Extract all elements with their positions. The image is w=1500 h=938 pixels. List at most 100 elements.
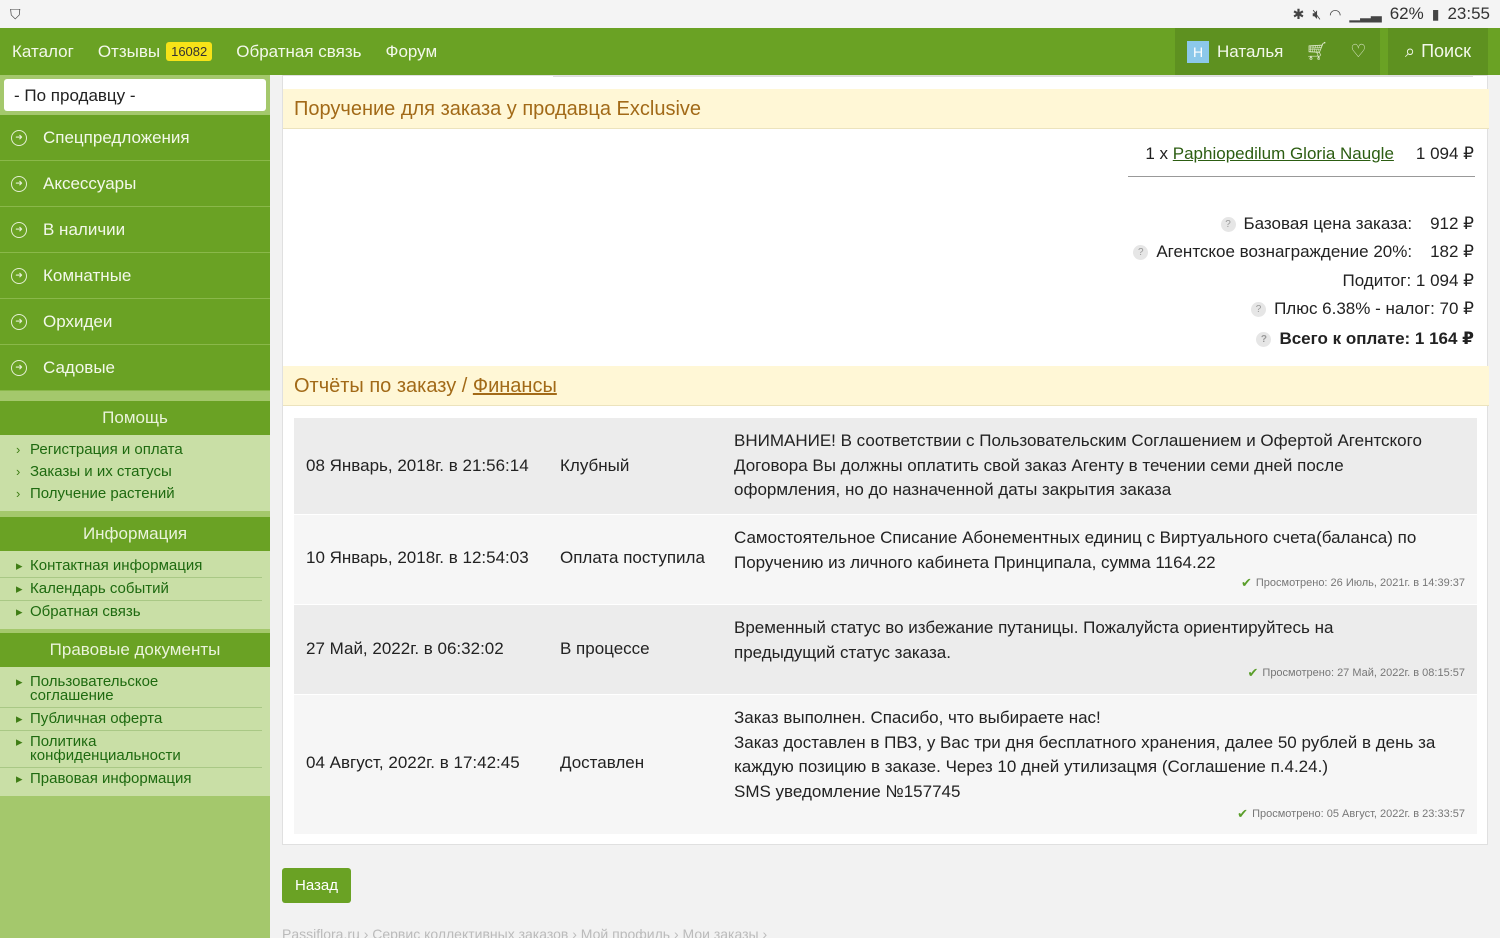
back-button[interactable]: Назад [282,868,351,903]
legal-link-agreement[interactable]: ▸ Пользовательское соглашение [0,671,262,708]
base-price-row: ? Базовая цена заказа: 912 ₽ [1220,214,1474,234]
help-section: › Регистрация и оплата › Заказы и их стату… [0,435,270,511]
help-icon[interactable]: ? [1220,216,1236,232]
link-label: Правовая информация [30,770,192,787]
nav-reviews-label: Отзывы [97,41,161,61]
arrow-circle-icon: ➜ [11,221,27,238]
top-navigation: Каталог Отзывы 16082 Обратная связь Фору… [0,28,1500,75]
viewed-stamp: ✔ Просмотрено: 27 Май, 2022г. в 08:15:57 [1248,665,1466,681]
viewed-text: Просмотрено: 27 Май, 2022г. в 08:15:57 [1262,667,1465,679]
bullet-icon: ▸ [16,604,23,619]
base-price-label: Базовая цена заказа: [1243,214,1413,233]
order-item: 1 x Paphiopedilum Gloria Naugle [1145,144,1394,164]
search-icon: ⌕ [1405,41,1416,61]
category-label: Садовые [43,357,116,377]
sidebar: - По продавцу - ➜ Спецпредложения ➜ Аксесс… [0,75,270,938]
arrow-circle-icon: ➜ [11,359,27,376]
nav-feedback[interactable]: Обратная связь [236,42,361,62]
category-label: Орхидеи [43,311,113,331]
nav-reviews[interactable]: Отзывы 16082 [97,41,213,62]
category-item-special[interactable]: ➜ Спецпредложения [0,115,270,161]
category-item-indoor[interactable]: ➜ Комнатные [0,253,270,299]
info-link-feedback[interactable]: ▸ Обратная связь [0,601,270,623]
user-menu: Н Наталья 🛒︎ ♡ [1175,28,1380,75]
report-message-line: Договора Вы должны оплатить свой заказ А… [734,455,1344,475]
mute-icon: 🔇︎ [1312,5,1322,22]
chevron-right-icon: › [16,486,21,501]
bullet-icon: ▸ [16,581,23,596]
category-item-orchids[interactable]: ➜ Орхидеи [0,299,270,345]
link-label: Пользовательское соглашение [30,673,159,704]
chevron-right-icon: › [16,464,21,479]
report-date: 27 Май, 2022г. в 06:32:02 [306,639,504,658]
help-link-orders[interactable]: › Заказы и их статусы [0,461,270,483]
order-panel: Поручение для заказа у продавца Exclusiv… [282,75,1489,845]
report-row: 04 Август, 2022г. в 17:42:45 Доставлен З… [294,695,1477,835]
user-name[interactable]: Наталья [1217,42,1283,62]
legal-link-offer[interactable]: ▸ Публичная оферта [0,708,262,731]
report-row: 27 Май, 2022г. в 06:32:02 В процессе Вре… [294,605,1477,695]
arrow-circle-icon: ➜ [11,267,27,284]
reports-title: Отчёты по заказу / Финансы [283,366,1489,406]
link-label: Получение растений [30,485,175,502]
category-label: Спецпредложения [43,127,190,147]
order-item-qty: 1 x [1145,144,1169,163]
bluetooth-icon: ✱ [1292,5,1305,22]
report-status: Доставлен [560,753,645,772]
report-message-line: оформления, но до назначенной даты закры… [734,480,1172,499]
info-link-calendar[interactable]: ▸ Календарь событий [0,578,262,601]
tax: Плюс 6.38% - налог: 70 ₽ [1274,299,1474,318]
viewed-text: Просмотрено: 26 Июль, 2021г. в 14:39:37 [1255,577,1465,589]
avatar[interactable]: Н [1187,40,1209,63]
order-item-link[interactable]: Paphiopedilum Gloria Naugle [1173,144,1394,163]
base-price-value: 912 ₽ [1430,214,1474,233]
battery-percent: 62% [1389,4,1424,23]
agent-fee-label: Агентское вознаграждение 20%: [1156,242,1413,261]
nav-forum[interactable]: Форум [386,42,438,62]
report-status: Клубный [560,456,630,475]
legal-section: ▸ Пользовательское соглашение ▸ Публичная … [0,667,270,796]
legal-link-info[interactable]: ▸ Правовая информация [0,768,270,790]
help-icon[interactable]: ? [1256,331,1272,347]
shield-icon: ⛉ [10,5,21,22]
category-list: ➜ Спецпредложения ➜ Аксессуары ➜ В наличии … [0,115,270,796]
nav-catalog[interactable]: Каталог [12,42,74,62]
agent-fee-row: ? Агентское вознаграждение 20%: 182 ₽ [1133,242,1474,262]
heart-icon[interactable]: ♡ [1350,41,1366,62]
report-status: В процессе [560,639,650,658]
arrow-circle-icon: ➜ [11,129,27,146]
legal-link-privacy[interactable]: ▸ Политика конфиденциальности [0,731,262,768]
report-date: 08 Январь, 2018г. в 21:56:14 [306,456,529,475]
order-item-price: 1 094 ₽ [1415,144,1474,163]
help-link-registration[interactable]: › Регистрация и оплата [0,439,270,461]
wifi-icon: ◠ [1329,5,1342,22]
breadcrumb[interactable]: Passiflora.ru › Сервис коллективных зака… [282,926,767,938]
category-label: Комнатные [43,265,132,285]
category-item-garden[interactable]: ➜ Садовые [0,345,270,391]
bullet-icon: ▸ [16,558,23,573]
cart-icon[interactable]: 🛒︎ [1305,41,1328,62]
seller-select[interactable]: - По продавцу - [4,79,266,111]
search-button[interactable]: ⌕ Поиск [1388,28,1488,75]
check-icon: ✔ [1237,806,1249,821]
category-label: В наличии [43,219,126,239]
help-icon[interactable]: ? [1133,244,1149,260]
category-item-accessories[interactable]: ➜ Аксессуары [0,161,270,207]
order-title: Поручение для заказа у продавца Exclusiv… [283,89,1489,129]
link-label: Календарь событий [30,580,169,597]
chevron-right-icon: › [16,442,21,457]
arrow-circle-icon: ➜ [11,313,27,330]
report-message-line: Заказ выполнен. Спасибо, что выбираете н… [734,708,1101,727]
search-label: Поиск [1421,41,1471,61]
category-item-in-stock[interactable]: ➜ В наличии [0,207,270,253]
report-message: Заказ выполнен. Спасибо, что выбираете н… [734,706,1469,804]
help-link-receiving[interactable]: › Получение растений [0,483,270,505]
finance-link[interactable]: Финансы [473,375,557,397]
link-label: Публичная оферта [30,710,163,727]
report-row: 08 Январь, 2018г. в 21:56:14 Клубный ВНИ… [294,418,1477,515]
help-icon[interactable]: ? [1251,301,1267,317]
report-message-line: Временный статус во избежание путаницы. … [734,618,1334,637]
tax-row: ? Плюс 6.38% - налог: 70 ₽ [1251,299,1474,319]
agent-fee-value: 182 ₽ [1430,242,1474,261]
info-link-contacts[interactable]: ▸ Контактная информация [0,555,262,578]
